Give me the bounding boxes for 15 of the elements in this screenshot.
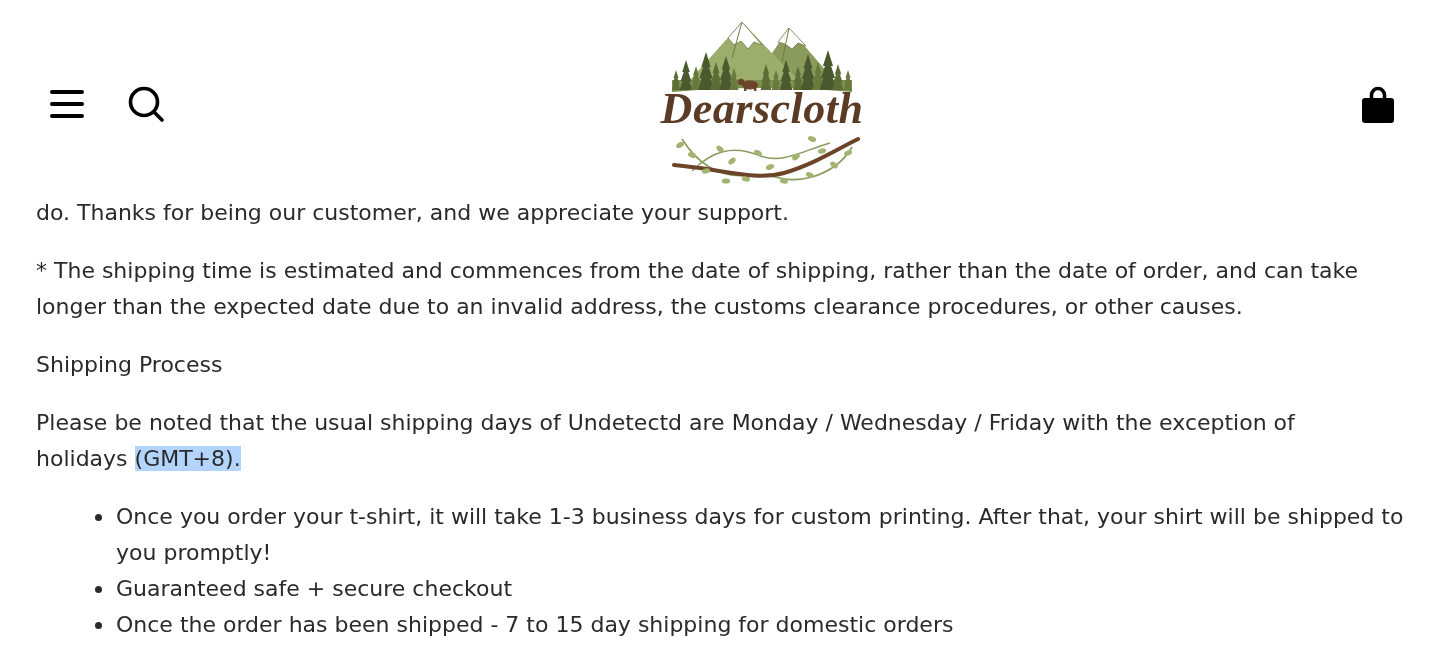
- bullet-icon: [95, 514, 102, 521]
- list-item-text: Once you order your t-shirt, it will take 1-3 business days for custom printing. After that, your shirt will be shipped to you promptly!: [116, 503, 1405, 567]
- bullet-icon: [95, 622, 102, 629]
- list-item-text: Once the order has been shipped - 7 to 15 day shipping for domestic orders: [116, 611, 954, 639]
- bag-icon[interactable]: [1362, 86, 1394, 123]
- list-item-text: Guaranteed safe + secure checkout: [116, 575, 513, 603]
- bear-icon: [737, 78, 758, 91]
- bullet-icon: [95, 586, 102, 593]
- paragraph-text: Please be noted that the usual shipping days of Undetectd are Monday / Wednesday / Friday with the exception of holidays (GMT+8).: [36, 409, 1297, 473]
- paragraph-text: do. Thanks for being our customer, and we appreciate your support.: [36, 199, 790, 227]
- menu-icon[interactable]: [50, 89, 84, 119]
- paragraph-text: * The shipping time is estimated and commences from the date of shipping, rather than the date of order, and can take longer than the expected date due to an invalid address, the customs clearance procedures, or other causes.: [36, 257, 1359, 321]
- paragraph-text: Shipping Process: [36, 351, 224, 379]
- search-icon[interactable]: [128, 86, 165, 123]
- logo-text: Dearscloth: [660, 87, 864, 131]
